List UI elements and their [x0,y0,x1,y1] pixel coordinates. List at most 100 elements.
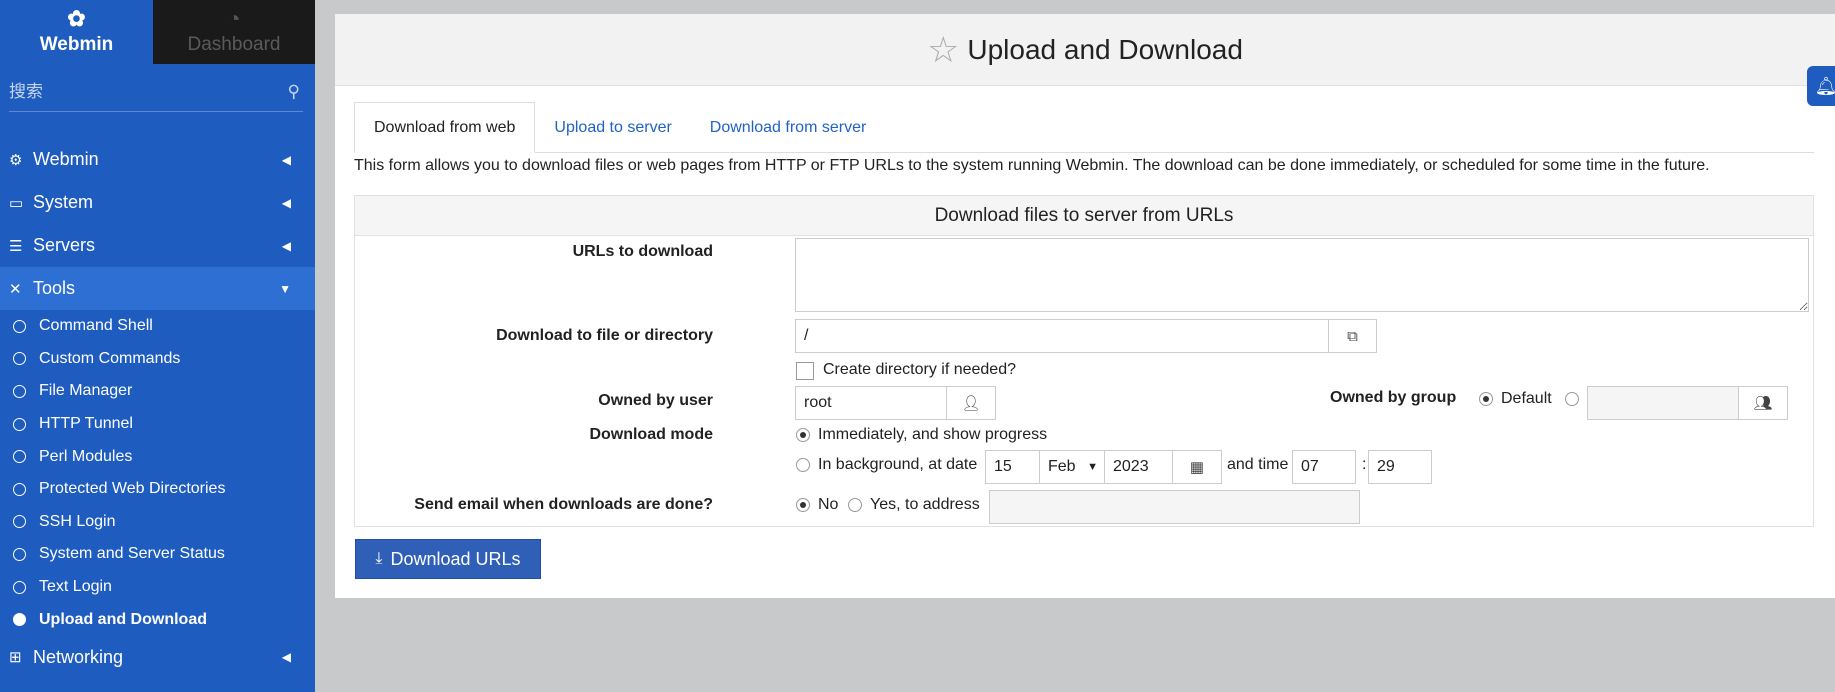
circle-icon [13,319,26,333]
users-icon: 👥︎ [1753,395,1773,412]
sidebar-subitem-custom-commands[interactable]: Custom Commands [0,343,315,376]
circle-icon [13,547,26,561]
sidebar-subitem-label: File Manager [39,382,133,400]
download-urls-label: Download URLs [390,548,521,569]
sidebar-item-servers[interactable]: ☰ Servers ◀ [0,224,315,267]
group-default-label: Default [1501,390,1552,407]
group-default-radio[interactable] [1479,392,1493,406]
email-no-radio[interactable] [796,498,810,512]
sidebar-subitem-label: Text Login [39,578,112,596]
sidebar-subitem-ssh-login[interactable]: SSH Login [0,506,315,539]
dashboard-tab[interactable]: ◔ Dashboard [153,0,315,64]
sidebar-subitem-label: System and Server Status [39,545,225,563]
caret-left-icon: ◀ [281,650,291,665]
date-month-select[interactable]: Feb ▼ [1039,450,1105,484]
group-input[interactable] [1587,386,1739,420]
circle-icon [13,384,26,398]
circle-icon [13,417,26,431]
circle-icon [13,482,26,496]
mode-background-radio[interactable] [796,458,810,472]
file-chooser-button[interactable]: ⧉ [1328,319,1377,353]
webmin-brand-tab[interactable]: ✿ Webmin [0,0,153,64]
bell-icon[interactable]: 🔔︎ [1807,66,1835,106]
date-year-input[interactable]: 2023 [1104,450,1173,484]
sidebar-subitem-command-shell[interactable]: Command Shell [0,310,315,343]
form-section-title: Download files to server from URLs [355,196,1813,236]
sidebar-item-label: Networking [33,646,124,667]
calendar-icon: ▦ [1189,459,1205,476]
destination-label: Download to file or directory [496,327,713,344]
sidebar-subitem-http-tunnel[interactable]: HTTP Tunnel [0,408,315,441]
caret-left-icon: ◀ [281,152,291,167]
date-picker-button[interactable]: ▦ [1172,450,1222,484]
sidebar-subitem-text-login[interactable]: Text Login [0,571,315,604]
webmin-logo-icon: ✿ [67,6,86,31]
mode-label: Download mode [589,426,713,443]
sidebar-subitem-label: Perl Modules [39,447,133,465]
circle-icon [13,450,26,464]
dashboard-label: Dashboard [187,34,281,55]
sidebar-subitem-upload-download[interactable]: Upload and Download [0,603,315,636]
email-address-input[interactable] [989,490,1360,524]
tab-download-from-web[interactable]: Download from web [354,102,536,153]
urls-label: URLs to download [572,243,713,260]
sidebar-item-label: Servers [33,235,96,255]
sidebar-search: ⚲ [9,82,303,112]
sidebar-subitem-label: Upload and Download [39,610,207,628]
sidebar-item-system[interactable]: ▭ System ◀ [0,181,315,224]
mode-background-label: In background, at date [818,456,978,473]
sidebar-subitem-file-manager[interactable]: File Manager [0,375,315,408]
server-icon: ☰ [9,237,23,255]
tab-download-from-server[interactable]: Download from server [691,102,886,153]
sidebar-search-input[interactable] [9,82,303,108]
caret-left-icon: ◀ [281,195,291,210]
download-urls-button[interactable]: ⤓ Download URLs [355,539,541,579]
circle-icon [13,352,26,366]
page-title: Upload and Download [967,33,1243,65]
group-custom-radio[interactable] [1565,392,1579,406]
time-hour-input[interactable]: 07 [1292,450,1356,484]
email-label: Send email when downloads are done? [414,496,713,513]
download-form: Download files to server from URLs URLs … [354,195,1814,527]
group-chooser-button[interactable]: 👥︎ [1738,386,1788,420]
date-day-input[interactable]: 15 [985,450,1040,484]
sidebar-subitem-label: SSH Login [39,512,116,530]
sidebar-item-label: Tools [33,278,76,298]
filled-circle-icon [13,613,26,627]
dropdown-caret-icon: ▼ [1087,461,1098,473]
sidebar-item-label: Webmin [33,149,99,169]
tab-upload-to-server[interactable]: Upload to server [535,102,690,153]
owner-input[interactable]: root [795,386,947,420]
destination-input[interactable]: / [795,319,1329,353]
time-separator: : [1362,456,1367,473]
email-yes-radio[interactable] [848,498,862,512]
sidebar-subitem-protected-web-directories[interactable]: Protected Web Directories [0,473,315,506]
caret-down-icon: ▼ [279,281,291,296]
urls-textarea[interactable] [795,238,1809,312]
sidebar-subitem-label: Protected Web Directories [39,480,226,498]
sidebar-item-tools[interactable]: ✕ Tools ▼ [0,267,315,310]
user-chooser-button[interactable]: 👤︎ [946,386,996,420]
sidebar-item-webmin[interactable]: ⚙ Webmin ◀ [0,138,315,181]
gauge-icon: ◔ [227,6,241,31]
page-description: This form allows you to download files o… [354,157,1710,174]
star-icon[interactable]: ☆ [927,29,959,71]
sidebar-subitem-label: Custom Commands [39,349,181,367]
page-header: ☆ Upload and Download [335,14,1835,86]
mode-immediate-radio[interactable] [796,428,810,442]
sidebar: ✿ Webmin ◔ Dashboard ⚲ ⚙ Webmin ◀ ▭ Syst… [0,0,315,692]
tab-bar: Download from web Upload to server Downl… [354,102,1814,153]
search-icon[interactable]: ⚲ [288,82,300,102]
create-dir-label: Create directory if needed? [823,361,1016,378]
caret-left-icon: ◀ [281,238,291,253]
create-dir-checkbox[interactable] [796,362,814,380]
sidebar-subitem-perl-modules[interactable]: Perl Modules [0,440,315,473]
download-icon: ⤓ [375,550,383,567]
time-minute-input[interactable]: 29 [1368,450,1432,484]
sidebar-item-networking[interactable]: ⊞ Networking ◀ [0,636,315,679]
circle-icon [13,580,26,594]
sidebar-subitem-label: HTTP Tunnel [39,415,133,433]
email-no-label: No [818,496,839,513]
wrench-icon: ✕ [9,280,22,298]
sidebar-subitem-system-server-status[interactable]: System and Server Status [0,538,315,571]
